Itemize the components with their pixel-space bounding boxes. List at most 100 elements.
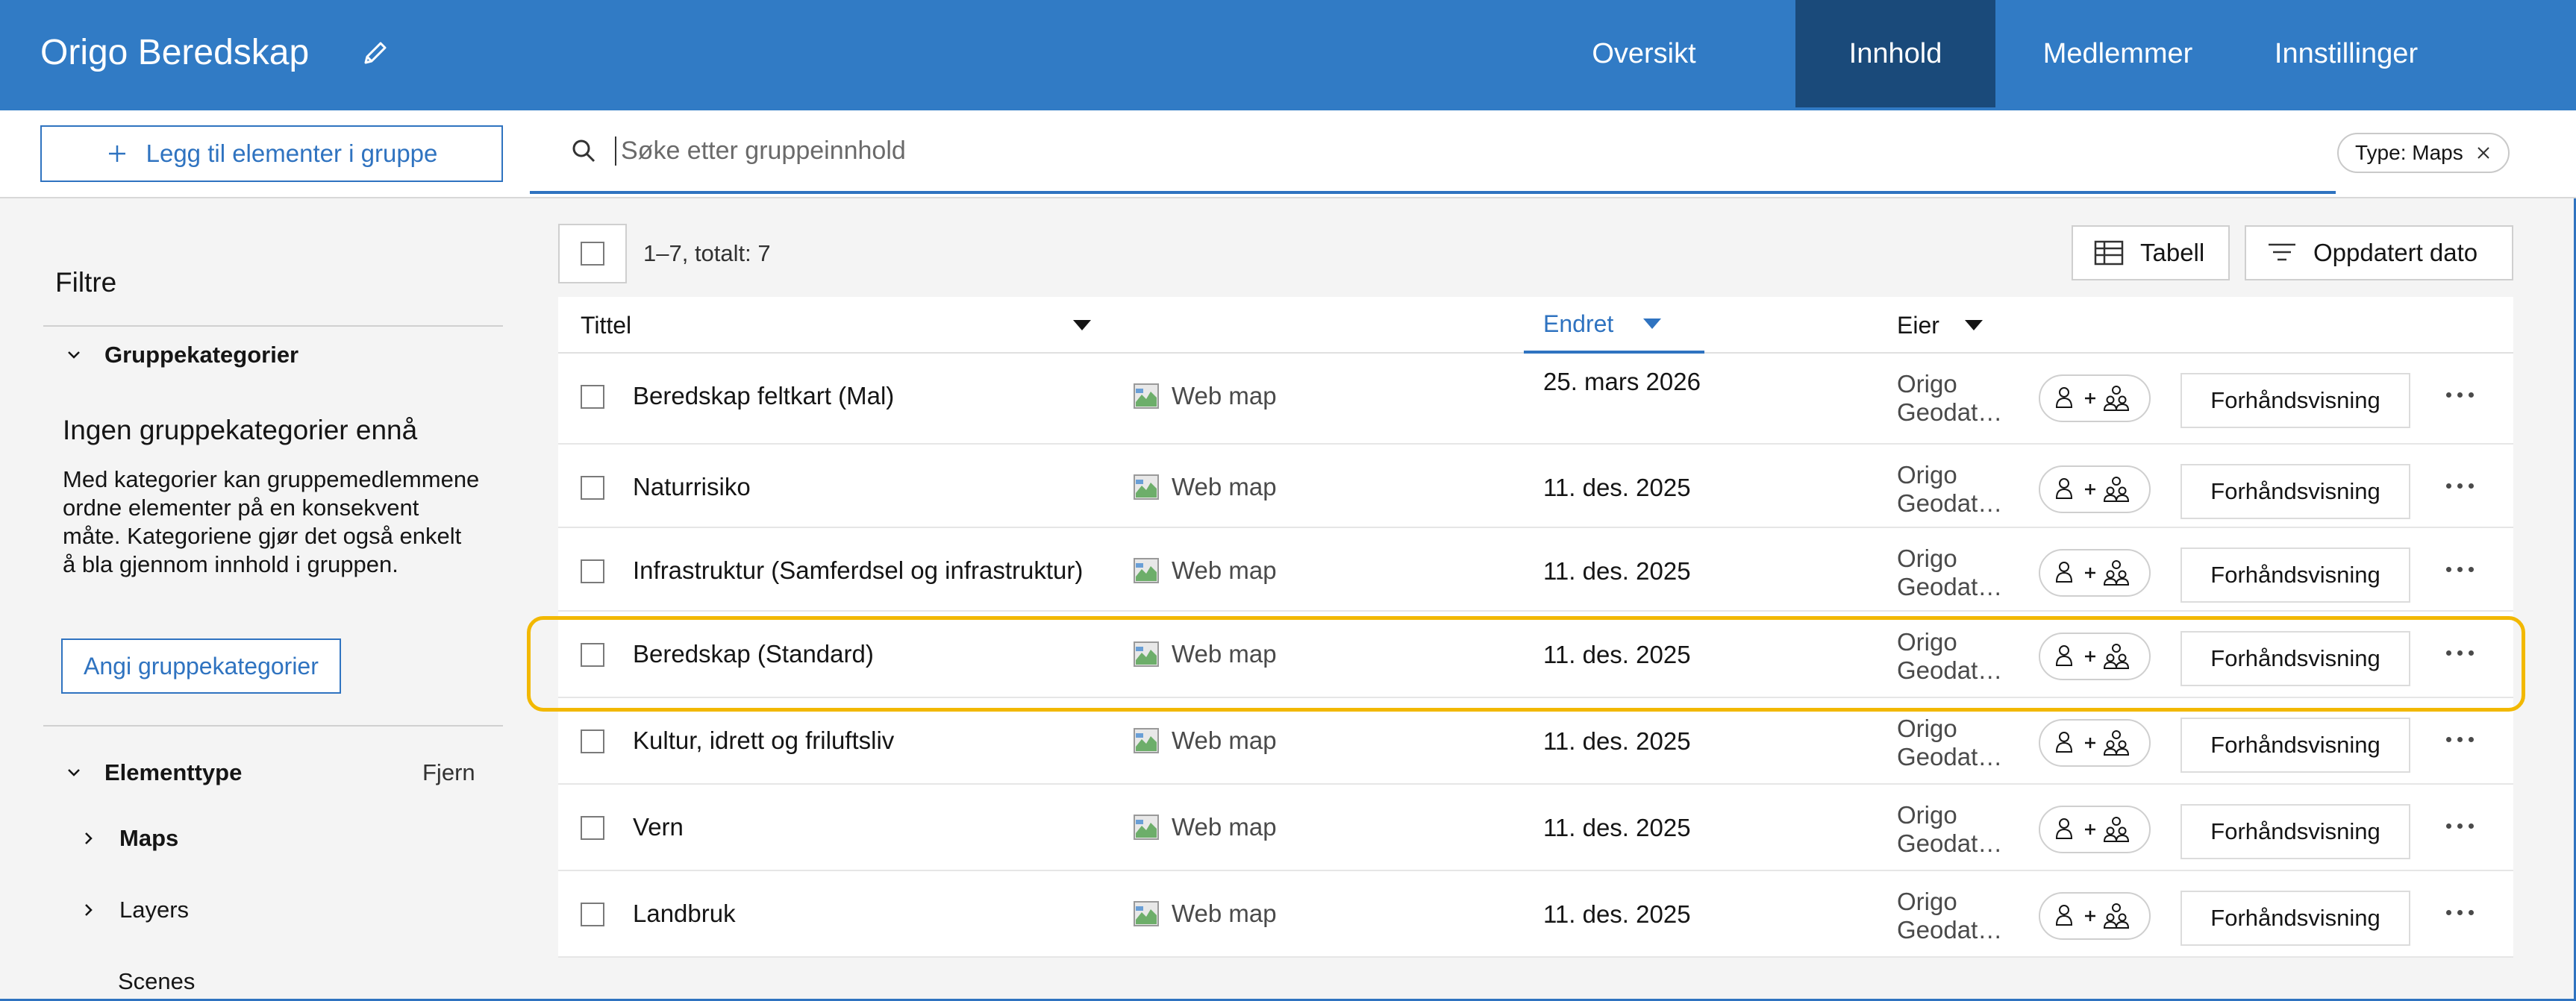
close-icon[interactable]	[2475, 145, 2492, 161]
item-title[interactable]: Vern	[633, 813, 684, 841]
item-owner[interactable]: Origo Geodat…	[1897, 801, 2002, 858]
item-title[interactable]: Landbruk	[633, 900, 736, 928]
table-row[interactable]: Beredskap feltkart (Mal) Web map 25. mar…	[558, 354, 2513, 445]
type-item-scenes[interactable]: Scenes	[118, 968, 195, 995]
type-item-maps[interactable]: Maps	[78, 825, 178, 852]
search-bar	[530, 110, 2336, 194]
tab-overview[interactable]: Oversikt	[1592, 0, 1695, 107]
item-owner[interactable]: Origo Geodat…	[1897, 628, 2002, 685]
type-label: Layers	[119, 897, 190, 923]
share-group-icon	[2055, 730, 2130, 756]
row-checkbox[interactable]	[581, 729, 604, 753]
more-options-icon[interactable]	[2446, 815, 2479, 837]
group-nav: Oversikt Innhold Medlemmer Innstillinger	[1592, 0, 2418, 107]
row-checkbox[interactable]	[581, 816, 604, 840]
share-button[interactable]	[2039, 549, 2151, 597]
content-toolbar: Legg til elementer i gruppe Type: Maps	[0, 110, 2576, 198]
checkbox	[581, 242, 604, 266]
column-owner[interactable]: Eier	[1897, 297, 2031, 354]
tab-settings[interactable]: Innstillinger	[2267, 0, 2425, 107]
view-toggle-button[interactable]: Tabell	[2072, 225, 2230, 280]
owner-line: Origo	[1897, 628, 1957, 656]
item-title[interactable]: Kultur, idrett og friluftsliv	[633, 727, 894, 755]
table-row[interactable]: Naturrisiko Web map 11. des. 2025 Origo G…	[558, 445, 2513, 528]
row-checkbox[interactable]	[581, 643, 604, 667]
more-options-icon[interactable]	[2446, 474, 2479, 497]
filter-chip-label: Type: Maps	[2355, 141, 2463, 164]
pencil-icon[interactable]	[357, 34, 394, 72]
more-options-icon[interactable]	[2446, 558, 2479, 580]
element-type-toggle[interactable]: Elementtype	[63, 759, 242, 786]
item-type-label: Web map	[1172, 727, 1277, 754]
item-type: Web map	[1133, 382, 1277, 410]
share-button[interactable]	[2039, 374, 2151, 422]
element-type-label: Elementtype	[104, 759, 243, 785]
share-button[interactable]	[2039, 465, 2151, 513]
item-owner[interactable]: Origo Geodat…	[1897, 715, 2002, 771]
preview-button[interactable]: Forhåndsvisning	[2180, 464, 2410, 519]
item-title[interactable]: Naturrisiko	[633, 473, 751, 501]
more-options-icon[interactable]	[2446, 641, 2479, 664]
item-title[interactable]: Beredskap feltkart (Mal)	[633, 382, 894, 410]
item-type-label: Web map	[1172, 382, 1277, 410]
table-row[interactable]: Vern Web map 11. des. 2025 Origo Geodat… …	[558, 785, 2513, 871]
table-icon	[2094, 240, 2124, 266]
add-items-button[interactable]: Legg til elementer i gruppe	[40, 125, 503, 182]
search-icon	[572, 139, 595, 163]
item-type: Web map	[1133, 727, 1277, 755]
more-options-icon[interactable]	[2446, 728, 2479, 750]
item-owner[interactable]: Origo Geodat…	[1897, 370, 2002, 427]
more-options-icon[interactable]	[2446, 383, 2479, 406]
item-type-label: Web map	[1172, 473, 1277, 501]
item-title[interactable]: Infrastruktur (Samferdsel og infrastrukt…	[633, 556, 1083, 585]
item-type: Web map	[1133, 900, 1277, 928]
filter-chip[interactable]: Type: Maps	[2337, 133, 2510, 173]
tab-label: Innhold	[1848, 37, 1942, 69]
item-owner[interactable]: Origo Geodat…	[1897, 461, 2002, 518]
item-title[interactable]: Beredskap (Standard)	[633, 640, 874, 668]
category-section-toggle[interactable]: Gruppekategorier	[63, 342, 298, 368]
table-row[interactable]: Kultur, idrett og friluftsliv Web map 11…	[558, 698, 2513, 785]
row-checkbox[interactable]	[581, 476, 604, 500]
table-row[interactable]: Beredskap (Standard) Web map 11. des. 20…	[558, 612, 2513, 698]
item-type-label: Web map	[1172, 640, 1277, 668]
plus-icon	[108, 145, 125, 162]
tab-content[interactable]: Innhold	[1795, 0, 1995, 107]
item-owner[interactable]: Origo Geodat…	[1897, 545, 2002, 601]
owner-line: Geodat…	[1897, 398, 2003, 426]
owner-line: Geodat…	[1897, 743, 2003, 771]
item-owner[interactable]: Origo Geodat…	[1897, 888, 2002, 944]
item-type-label: Web map	[1172, 900, 1277, 927]
share-button[interactable]	[2039, 633, 2151, 680]
preview-button[interactable]: Forhåndsvisning	[2180, 373, 2410, 428]
item-modified-date: 11. des. 2025	[1543, 474, 1691, 501]
more-options-icon[interactable]	[2446, 901, 2479, 923]
row-checkbox[interactable]	[581, 559, 604, 583]
preview-button[interactable]: Forhåndsvisning	[2180, 631, 2410, 686]
web-map-icon	[1134, 474, 1159, 500]
share-button[interactable]	[2039, 719, 2151, 767]
tab-members[interactable]: Medlemmer	[2043, 0, 2193, 107]
select-all-checkbox[interactable]	[558, 224, 627, 283]
set-categories-button[interactable]: Angi gruppekategorier	[61, 638, 341, 694]
preview-button[interactable]: Forhåndsvisning	[2180, 547, 2410, 603]
row-checkbox[interactable]	[581, 385, 604, 409]
table-row[interactable]: Landbruk Web map 11. des. 2025 Origo Geod…	[558, 871, 2513, 958]
column-modified[interactable]: Endret	[1524, 297, 1704, 354]
preview-button[interactable]: Forhåndsvisning	[2180, 804, 2410, 859]
table-row[interactable]: Infrastruktur (Samferdsel og infrastrukt…	[558, 528, 2513, 612]
type-item-layers[interactable]: Layers	[78, 897, 189, 923]
sort-button[interactable]: Oppdatert dato	[2245, 225, 2513, 280]
share-button[interactable]	[2039, 806, 2151, 853]
preview-button[interactable]: Forhåndsvisning	[2180, 891, 2410, 946]
remove-filter-link[interactable]: Fjern	[422, 759, 475, 786]
item-modified-date: 25. mars 2026	[1543, 368, 1701, 395]
column-title[interactable]: Tittel	[581, 297, 1091, 354]
item-modified-date: 11. des. 2025	[1543, 814, 1691, 841]
row-checkbox[interactable]	[581, 903, 604, 926]
view-toggle-label: Tabell	[2140, 239, 2205, 266]
share-button[interactable]	[2039, 892, 2151, 940]
item-type-label: Web map	[1172, 556, 1277, 584]
search-input[interactable]	[615, 136, 1958, 166]
preview-button[interactable]: Forhåndsvisning	[2180, 718, 2410, 773]
